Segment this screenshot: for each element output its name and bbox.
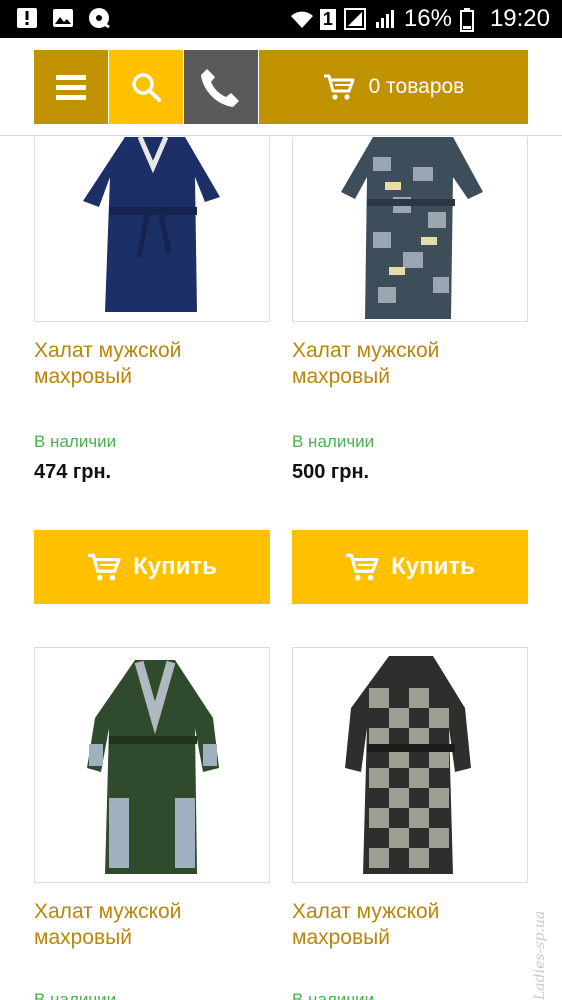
signal-icon-2 xyxy=(374,8,396,30)
availability-status: В наличии xyxy=(34,432,117,451)
gallery-notification-icon xyxy=(52,7,74,29)
signal-icon-1 xyxy=(343,8,366,30)
search-button[interactable] xyxy=(109,50,183,124)
watermark: Ladies-sp.ua xyxy=(532,910,548,1000)
sim-badge: 1 xyxy=(319,8,336,30)
product-image[interactable] xyxy=(292,137,528,322)
wifi-icon xyxy=(290,8,313,30)
cart-count-label: 0 товаров xyxy=(368,75,465,98)
product-name[interactable]: Халат мужской махровый xyxy=(34,899,270,951)
product-price: 500 грн. xyxy=(292,461,370,483)
cart-icon xyxy=(323,74,355,100)
buy-button-label: Купить xyxy=(133,553,217,580)
status-bar: 1 16% 19:20 xyxy=(0,0,562,38)
disc-notification-icon xyxy=(88,7,110,29)
availability-status: В наличии xyxy=(34,990,117,1000)
product-price: 474 грн. xyxy=(34,461,112,483)
hamburger-icon xyxy=(56,70,86,105)
product-image[interactable] xyxy=(34,647,270,883)
product-name[interactable]: Халат мужской махровый xyxy=(292,338,528,390)
product-image[interactable] xyxy=(292,647,528,883)
availability-status: В наличии xyxy=(292,990,375,1000)
product-name[interactable]: Халат мужской махровый xyxy=(34,338,270,390)
clock: 19:20 xyxy=(489,5,550,32)
cart-icon xyxy=(88,553,121,581)
site-header: 0 товаров xyxy=(0,38,562,136)
battery-percent: 16% xyxy=(403,5,452,32)
phone-icon xyxy=(201,69,239,107)
cart-button[interactable]: 0 товаров xyxy=(259,50,528,124)
menu-button[interactable] xyxy=(34,50,108,124)
product-image[interactable] xyxy=(34,137,270,322)
buy-button[interactable]: Купить xyxy=(292,530,528,604)
search-icon xyxy=(132,73,161,102)
alert-notification-icon xyxy=(16,7,38,29)
call-button[interactable] xyxy=(184,50,258,124)
buy-button[interactable]: Купить xyxy=(34,530,270,604)
cart-icon xyxy=(346,553,379,581)
product-name[interactable]: Халат мужской махровый xyxy=(292,899,528,951)
battery-icon xyxy=(459,8,482,32)
buy-button-label: Купить xyxy=(391,553,475,580)
availability-status: В наличии xyxy=(292,432,375,451)
